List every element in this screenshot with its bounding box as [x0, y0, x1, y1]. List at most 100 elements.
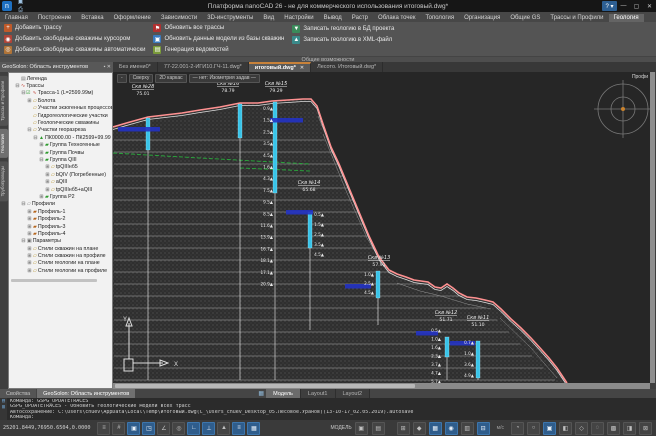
nav-toggle-icon-1[interactable]: ◆ [413, 422, 426, 435]
tree-item[interactable]: ⊞▱Стили геологии на плане [9, 260, 112, 267]
tree-expand-icon[interactable]: ⊟ [21, 201, 26, 207]
tree-expand-icon[interactable]: ⊞ [39, 194, 44, 200]
ribbon-button[interactable]: ▣Обновить данные модели из базы скважин [153, 34, 284, 45]
tree-item[interactable]: ⊟∿Трассы [9, 82, 112, 89]
tree-expand-icon[interactable]: ⊞ [45, 172, 50, 178]
tree-item[interactable]: ⊟▱Участки георазреза [9, 127, 112, 134]
viewport-control-1[interactable]: Сверху [129, 74, 154, 83]
ribbon-tab-главная[interactable]: Главная [0, 14, 33, 22]
tree-item[interactable]: ⊞▱tpQIIIнб5+aQIII [9, 186, 112, 193]
ribbon-tab-трассы-и-профили[interactable]: Трассы и Профили [545, 14, 608, 22]
document-tab[interactable]: итоговый.dwg*✕ [249, 62, 311, 72]
nav-toggle-icon-5[interactable]: ⊟ [477, 422, 490, 435]
layout-grid-icon[interactable]: ▦ [256, 389, 266, 398]
status-tool-icon-4[interactable]: ◇ [575, 422, 588, 435]
tree-item[interactable]: ⊟▲ПК0000.00 - ПК2599+99.99 [9, 134, 112, 141]
ribbon-tab-вывод[interactable]: Вывод [319, 14, 347, 22]
tree-item[interactable]: ⊞▱bQIV (Погребенные) [9, 171, 112, 178]
ribbon-tab-топология[interactable]: Топология [420, 14, 459, 22]
tree-expand-icon[interactable]: ⊞ [27, 246, 32, 252]
drawing-canvas[interactable]: -Сверху2D каркас— нет: Изометрия задав —… [113, 72, 650, 383]
ribbon-tab-построение[interactable]: Построение [33, 14, 76, 22]
tree-expand-icon[interactable]: ⊞ [27, 209, 32, 215]
ribbon-tab-облака-точек[interactable]: Облака точек [373, 14, 420, 22]
tree-expand-icon[interactable]: ⊟ [33, 135, 38, 141]
tree-expand-icon[interactable]: ⊟ [21, 238, 26, 244]
ribbon-button[interactable]: ▤Генерация ведомостей [153, 44, 284, 55]
document-tab[interactable]: Без имени0* [113, 62, 158, 72]
tree-item[interactable]: ⊞▱Стили геологии на профиле [9, 267, 112, 274]
tree-item[interactable]: ⊞▱tpQIIIнб5 [9, 164, 112, 171]
tool-panel-header[interactable]: GeoSolon: Область инструментов ▪ ✕ [0, 62, 113, 72]
document-tab[interactable]: 77-22.001-2-ИГИ10.ГЧ-11.dwg* [158, 62, 249, 72]
viewport-control-2[interactable]: 2D каркас [155, 74, 186, 83]
ribbon-button[interactable]: ▲Записать геологию в XML-файл [292, 34, 394, 45]
side-tab-трассы и профили[interactable]: Трассы и Профили [0, 76, 8, 126]
maximize-button[interactable]: ▢ [630, 1, 643, 11]
drafting-toggle-1[interactable]: # [112, 422, 125, 435]
nav-toggle-icon-2[interactable]: ▦ [429, 422, 442, 435]
tree-expand-icon[interactable]: ⊟ [15, 83, 20, 89]
layout-tab-модель[interactable]: Модель [266, 389, 301, 398]
drafting-toggle-4[interactable]: ∠ [157, 422, 170, 435]
viewport-control-3[interactable]: — нет: Изометрия задав — [189, 74, 260, 83]
tree-item[interactable]: ⊞▱Стили скважин на профиле [9, 252, 112, 259]
ribbon-tab-3d-инструменты[interactable]: 3D-инструменты [202, 14, 258, 22]
ribbon-tab-растр[interactable]: Растр [347, 14, 373, 22]
model-group-icon-1[interactable]: ▤ [372, 422, 385, 435]
command-line-panel[interactable]: ▤▥ Команда: GSPG_UPDATETRACESGSPG_UPDATE… [0, 398, 656, 420]
tree-item[interactable]: ⊞▰Профиль-2 [9, 215, 112, 222]
viewport-control-0[interactable]: - [117, 74, 127, 83]
ribbon-tab-общие-gs[interactable]: Общие GS [505, 14, 545, 22]
tree-horizontal-scrollbar[interactable] [11, 279, 97, 282]
tree-expand-icon[interactable]: ⊞ [45, 179, 50, 185]
tree-expand-icon[interactable]: ⊟ [27, 127, 32, 133]
layout-tab-layout1[interactable]: Layout1 [301, 389, 336, 398]
ribbon-button[interactable]: ◎Добавить свободные скважины автоматичес… [4, 44, 145, 55]
ribbon-tab-организация[interactable]: Организация [459, 14, 505, 22]
tree-item[interactable]: ⊟▰Группа QIII [9, 156, 112, 163]
ribbon-button[interactable]: +Добавить трассу [4, 23, 145, 34]
tree-item[interactable]: ⊞▰Группа Техногенные [9, 142, 112, 149]
drafting-toggle-9[interactable]: ≡ [232, 422, 245, 435]
tree-item[interactable]: ⊟☑∿Трасса-1 (L=2599.99м) [9, 90, 112, 97]
status-tool-icon-1[interactable]: ○ [527, 422, 540, 435]
document-tab-close-icon[interactable]: ✕ [300, 65, 304, 71]
ribbon-tab-оформление[interactable]: Оформление [109, 14, 156, 22]
nav-toggle-icon-4[interactable]: ▥ [461, 422, 474, 435]
tree-expand-icon[interactable]: ⊞ [39, 142, 44, 148]
model-group-icon-0[interactable]: ▣ [355, 422, 368, 435]
tree-expand-icon[interactable]: ⊞ [27, 231, 32, 237]
minimize-button[interactable]: — [617, 1, 630, 11]
tree-item[interactable]: ▱Гидрогеологические участки [9, 112, 112, 119]
tree-item[interactable]: ⊞▰Профиль-1 [9, 208, 112, 215]
status-tool-icon-0[interactable]: ◔ [511, 422, 524, 435]
drafting-toggle-10[interactable]: ▦ [247, 422, 260, 435]
panel-tab-active[interactable]: GeoSolon: Область инструментов [37, 389, 135, 398]
layout-tab-layout2[interactable]: Layout2 [336, 389, 371, 398]
ribbon-tab-вид[interactable]: Вид [258, 14, 279, 22]
horizontal-scrollbar-thumb[interactable] [115, 384, 415, 388]
drafting-toggle-6[interactable]: ∟ [187, 422, 200, 435]
model-space-label[interactable]: МОДЕЛЬ [330, 425, 351, 431]
drafting-toggle-8[interactable]: ▲ [217, 422, 230, 435]
drafting-toggle-0[interactable]: ≡ [97, 422, 110, 435]
tree-item[interactable]: ⊞▱Стили скважин на плане [9, 245, 112, 252]
drafting-toggle-5[interactable]: ◎ [172, 422, 185, 435]
vertical-scrollbar[interactable] [650, 72, 655, 383]
tree-expand-icon[interactable]: ⊞ [27, 253, 32, 259]
status-tool-icon-7[interactable]: ◨ [623, 422, 636, 435]
tree-item[interactable]: ⊞▰Группа Почвы [9, 149, 112, 156]
panel-tab-inactive[interactable]: Свойства [0, 389, 36, 398]
panel-pin-close-icons[interactable]: ▪ ✕ [104, 64, 111, 70]
tree-expand-icon[interactable]: ⊞ [27, 98, 32, 104]
status-tool-icon-2[interactable]: ▣ [543, 422, 556, 435]
ribbon-button[interactable]: ⚑Обновить все трассы [153, 23, 284, 34]
nav-toggle-icon-0[interactable]: ⊞ [397, 422, 410, 435]
drafting-toggle-3[interactable]: ◳ [142, 422, 155, 435]
tree-item[interactable]: ⊞▰Профиль-3 [9, 223, 112, 230]
tree-item[interactable]: ▱Геологические скважины [9, 119, 112, 126]
tree-expand-icon[interactable]: ⊞ [45, 187, 50, 193]
tree-expand-icon[interactable]: ⊞ [27, 268, 32, 274]
tree-item[interactable]: ⊟▱Профили [9, 201, 112, 208]
